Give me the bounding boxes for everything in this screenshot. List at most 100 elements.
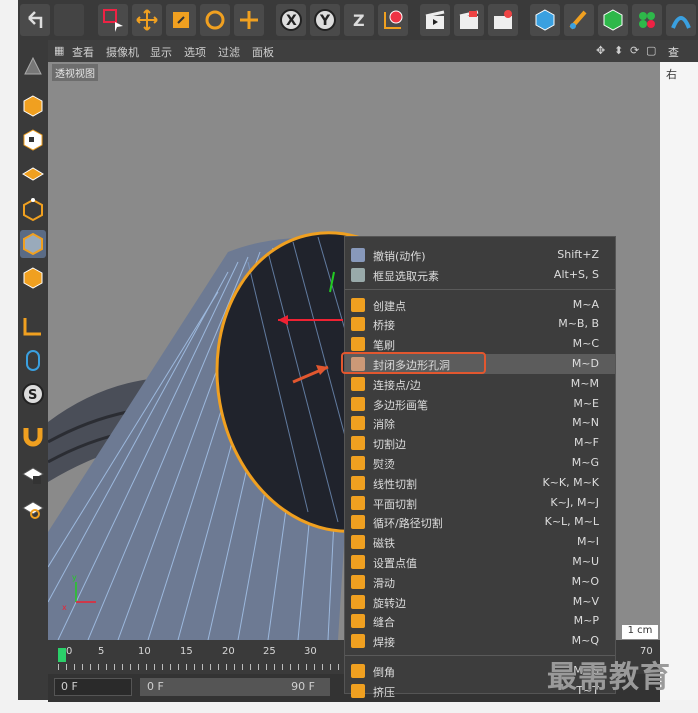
bridge-icon: [351, 317, 365, 332]
menu-item[interactable]: 平面切割 K~J, M~J: [345, 493, 615, 513]
menu-item-label: 线性切割: [373, 477, 417, 491]
model-mode-button[interactable]: [20, 92, 46, 120]
live-selection-button[interactable]: [98, 4, 128, 36]
menu-item[interactable]: 线性切割 K~K, M~K: [345, 473, 615, 493]
viewport-zoom-icon[interactable]: ⬍: [614, 44, 623, 57]
menu-item[interactable]: 框显选取元素 Alt+S, S: [345, 265, 615, 285]
edges-cube-icon: [23, 232, 43, 256]
coordinate-system-button[interactable]: [378, 4, 408, 36]
menu-item[interactable]: 熨烫 M~G: [345, 453, 615, 473]
x-axis-button[interactable]: X: [276, 4, 306, 36]
menu-item[interactable]: 滑动 M~O: [345, 572, 615, 592]
menu-item[interactable]: 设置点值 M~U: [345, 552, 615, 572]
svg-text:y: y: [72, 573, 77, 582]
axis-mode-button[interactable]: [20, 312, 46, 340]
polygons-mode-button[interactable]: [20, 264, 46, 292]
menu-item-shortcut: M~D: [571, 357, 599, 370]
mograph-button[interactable]: [632, 4, 662, 36]
render-view-button[interactable]: [420, 4, 450, 36]
workplane-mode-button[interactable]: [20, 160, 46, 188]
menu-item-label: 设置点值: [373, 557, 417, 570]
menu-display[interactable]: 显示: [150, 44, 172, 60]
cloner-icon: [639, 12, 655, 28]
connect-points-edges-icon: [351, 376, 365, 391]
menu-options[interactable]: 选项: [184, 44, 206, 60]
rotate-button[interactable]: [200, 4, 230, 36]
redo-button[interactable]: [54, 4, 84, 36]
current-frame-field[interactable]: 0 F: [54, 678, 132, 696]
z-axis-button[interactable]: Z: [344, 4, 374, 36]
menu-panel[interactable]: 面板: [252, 44, 274, 60]
menu-item[interactable]: 桥接 M~B, B: [345, 314, 615, 334]
menu-item-shortcut: M~A: [572, 297, 599, 311]
menu-item[interactable]: 焊接 M~Q: [345, 631, 615, 651]
snap-button[interactable]: [20, 422, 46, 450]
menu-item-shortcut: M~V: [572, 594, 599, 608]
menu-separator: [345, 288, 615, 290]
menu-item-label: 桥接: [373, 319, 395, 333]
scale-button[interactable]: [166, 4, 196, 36]
menu-view[interactable]: 查看: [72, 44, 94, 60]
timeline-playhead[interactable]: [58, 648, 66, 662]
menu-item[interactable]: 撤销(动作) Shift+Z: [345, 245, 615, 265]
frame-range-slider[interactable]: 0 F 90 F: [140, 678, 330, 696]
menu-item[interactable]: 笔刷 M~C: [345, 334, 615, 354]
menu-item-label: 旋转边: [373, 596, 406, 610]
render-settings-button[interactable]: [488, 4, 518, 36]
viewport-move-icon[interactable]: ✥: [596, 44, 605, 57]
menu-item[interactable]: 切割边 M~F: [345, 433, 615, 453]
axis-icon: [23, 318, 41, 336]
undo-button[interactable]: [20, 4, 50, 36]
menu-item[interactable]: 循环/路径切割 K~L, M~L: [345, 512, 615, 532]
svg-text:S: S: [28, 388, 37, 403]
points-mode-button[interactable]: [20, 196, 46, 224]
texture-mode-button[interactable]: [20, 126, 46, 154]
solo-icon: S: [22, 383, 44, 405]
deformer-button[interactable]: [666, 4, 696, 36]
cube-icon: [535, 9, 555, 31]
watermark: 最需教育: [547, 660, 671, 695]
menu-filter[interactable]: 过滤: [218, 44, 240, 60]
spin-edge-icon: [351, 594, 365, 609]
solo-button[interactable]: S: [20, 380, 46, 408]
move-button[interactable]: [132, 4, 162, 36]
viewport-grid-icon[interactable]: ▦: [54, 44, 64, 57]
z-axis-icon: Z: [353, 11, 365, 30]
subdivision-button[interactable]: [598, 4, 628, 36]
menu-item[interactable]: 消除 M~N: [345, 413, 615, 433]
menu-item[interactable]: 磁铁 M~I: [345, 532, 615, 552]
make-editable-button[interactable]: [20, 52, 46, 80]
menu-item[interactable]: 创建点 M~A: [345, 295, 615, 315]
polygons-cube-icon: [23, 267, 43, 289]
left-mode-toolbar: S: [18, 40, 48, 700]
menu-item[interactable]: 缝合 M~P: [345, 611, 615, 631]
right-panel-tab[interactable]: 查: [660, 40, 698, 62]
menu-item[interactable]: 连接点/边 M~M: [345, 374, 615, 394]
right-panel-edge: 查 右: [660, 40, 698, 700]
menu-cameras[interactable]: 摄像机: [106, 44, 139, 60]
lock-workplane-button[interactable]: [20, 460, 46, 488]
menu-item-shortcut: M~N: [572, 416, 599, 430]
brush-icon: [351, 337, 365, 352]
polygon-pen-icon: [351, 396, 365, 411]
menu-item[interactable]: 旋转边 M~V: [345, 592, 615, 612]
menu-item-shortcut: M~E: [573, 396, 599, 410]
edges-mode-button[interactable]: [20, 230, 46, 258]
recent-tool-button[interactable]: [234, 4, 264, 36]
menu-item[interactable]: 多边形画笔 M~E: [345, 394, 615, 414]
menu-item-shortcut: K~J, M~J: [550, 495, 599, 509]
viewport-maximize-icon[interactable]: ▢: [646, 44, 656, 57]
clapper-icon: [425, 10, 445, 29]
tick-label: 5: [98, 646, 105, 657]
context-menu: 撤销(动作) Shift+Z 框显选取元素 Alt+S, S 创建点 M~A 桥接 M~B, …: [344, 236, 616, 699]
cube-button[interactable]: [530, 4, 560, 36]
planar-workplane-button[interactable]: [20, 494, 46, 522]
tweak-mode-button[interactable]: [20, 346, 46, 374]
right-panel-label: 右: [666, 68, 677, 81]
menu-item-label: 消除: [373, 418, 395, 432]
render-picture-viewer-button[interactable]: [454, 4, 484, 36]
viewport-rotate-icon[interactable]: ⟳: [630, 44, 639, 57]
pen-button[interactable]: [564, 4, 594, 36]
menu-item-label: 连接点/边: [373, 378, 421, 392]
y-axis-button[interactable]: Y: [310, 4, 340, 36]
